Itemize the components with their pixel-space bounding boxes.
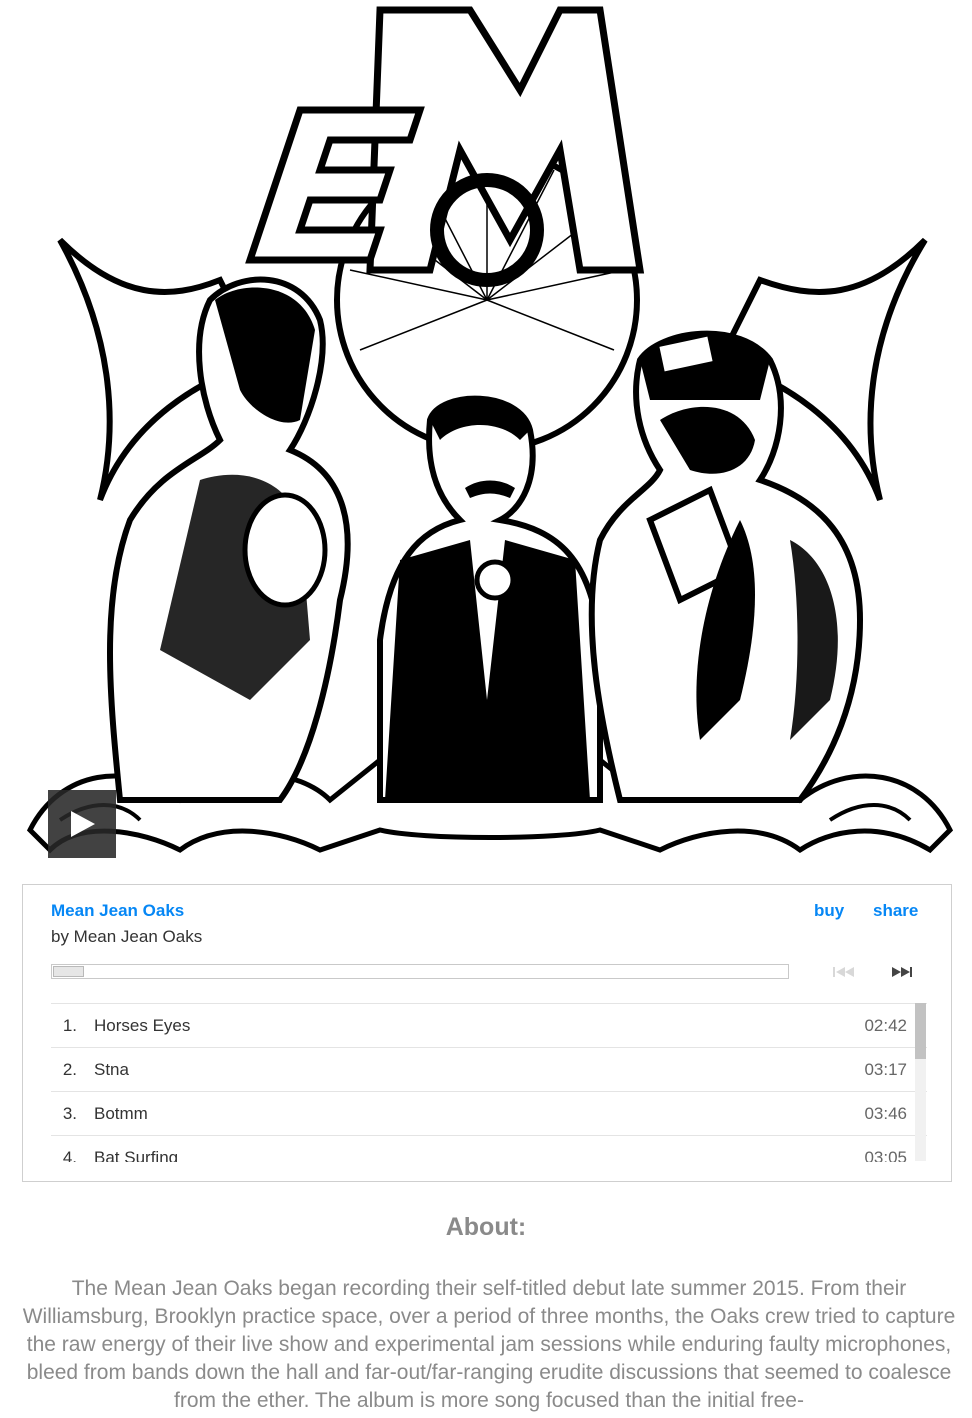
share-link[interactable]: share xyxy=(873,901,918,921)
track-title[interactable]: Stna xyxy=(94,1060,129,1080)
track-number: 3. xyxy=(62,1104,77,1123)
audio-player: Mean Jean Oaks by Mean Jean Oaks buy sha… xyxy=(22,884,952,1182)
track-row[interactable]: 4. Bat Surfing 03:05 xyxy=(51,1136,927,1162)
play-button[interactable] xyxy=(48,790,116,858)
next-track-button[interactable] xyxy=(889,962,915,982)
track-title[interactable]: Bat Surfing xyxy=(94,1148,178,1162)
track-row[interactable]: 1. Horses Eyes 02:42 xyxy=(51,1004,927,1048)
track-list-scrollbar[interactable] xyxy=(915,1003,926,1161)
previous-track-button[interactable] xyxy=(831,962,857,982)
buy-link[interactable]: buy xyxy=(814,901,844,921)
album-title-link[interactable]: Mean Jean Oaks xyxy=(51,901,184,921)
progress-bar[interactable] xyxy=(51,964,789,979)
artist-byline: by Mean Jean Oaks xyxy=(51,927,203,946)
track-number: 1. xyxy=(62,1016,77,1035)
track-row[interactable]: 3. Botmm 03:46 xyxy=(51,1092,927,1136)
track-number: 2. xyxy=(62,1060,77,1079)
track-duration: 03:17 xyxy=(864,1060,907,1079)
track-row[interactable]: 2. Stna 03:17 xyxy=(51,1048,927,1092)
skip-forward-icon xyxy=(892,967,912,977)
track-list[interactable]: 1. Horses Eyes 02:42 2. Stna 03:17 3. Botmm 03:4… xyxy=(51,1003,927,1162)
track-duration: 02:42 xyxy=(864,1016,907,1035)
play-icon xyxy=(71,811,95,837)
about-heading: About: xyxy=(445,1213,527,1241)
track-title[interactable]: Botmm xyxy=(94,1104,148,1124)
album-artwork xyxy=(0,0,972,870)
progress-handle[interactable] xyxy=(53,966,84,977)
track-number: 4. xyxy=(62,1148,77,1162)
skip-back-icon xyxy=(833,967,854,977)
track-title[interactable]: Horses Eyes xyxy=(94,1016,190,1036)
scrollbar-thumb[interactable] xyxy=(915,1003,926,1059)
track-duration: 03:05 xyxy=(864,1148,907,1162)
about-text: The Mean Jean Oaks began recording their… xyxy=(22,1277,956,1412)
track-duration: 03:46 xyxy=(864,1104,907,1123)
